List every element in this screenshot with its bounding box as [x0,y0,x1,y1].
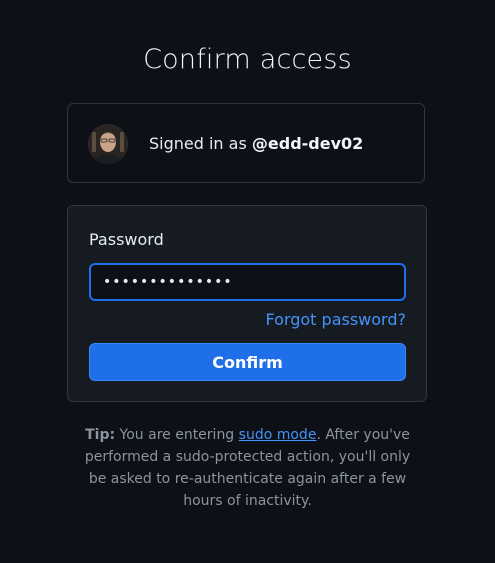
username: @edd-dev02 [251,134,364,153]
sudo-mode-link[interactable]: sudo mode [239,427,317,443]
password-input[interactable] [89,263,406,301]
signed-in-prefix: Signed in as [149,134,247,153]
signed-in-account-card: Signed in as @edd-dev02 [67,103,425,183]
forgot-password-link[interactable]: Forgot password? [266,310,406,329]
signed-in-text: Signed in as @edd-dev02 [149,134,363,153]
password-label: Password [89,230,164,249]
password-form: Password Forgot password? Confirm [67,205,427,402]
user-avatar-icon [88,124,128,164]
tip-text-before-link: You are entering [119,427,235,443]
page-title: Confirm access [143,44,352,75]
tip-label: Tip: [85,427,116,443]
avatar [88,124,128,164]
confirm-button[interactable]: Confirm [89,343,406,381]
confirm-access-page: Confirm access Signed in as @edd-dev02 P… [0,0,495,563]
sudo-mode-tip: Tip: You are entering sudo mode. After y… [82,424,413,512]
